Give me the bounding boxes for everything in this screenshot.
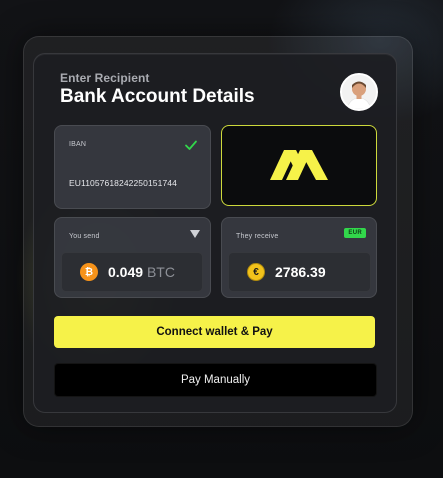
payment-card: Enter Recipient Bank Account Details IBA… bbox=[33, 53, 397, 413]
page-title: Bank Account Details bbox=[60, 86, 255, 107]
user-avatar-icon bbox=[342, 75, 376, 109]
pay-manually-button[interactable]: Pay Manually bbox=[54, 363, 377, 397]
receive-amount-field[interactable]: € 2786.39 bbox=[228, 252, 371, 292]
currency-badge: EUR bbox=[344, 228, 366, 238]
send-amount-number: 0.049 bbox=[108, 264, 144, 280]
iban-label: IBAN bbox=[69, 141, 87, 148]
iban-panel[interactable]: IBAN EU11057618242250151744 bbox=[54, 125, 211, 209]
receive-amount: 2786.39 bbox=[275, 264, 326, 280]
brand-logo-panel bbox=[221, 125, 377, 206]
send-panel[interactable]: You send ₿ 0.049 BTC bbox=[54, 217, 211, 298]
receive-panel[interactable]: They receive EUR € 2786.39 bbox=[221, 217, 377, 298]
brand-logo-icon bbox=[270, 150, 328, 180]
dropdown-triangle-icon[interactable] bbox=[190, 230, 200, 238]
iban-value: EU11057618242250151744 bbox=[69, 178, 177, 188]
send-label: You send bbox=[69, 233, 100, 240]
page-subtitle: Enter Recipient bbox=[60, 71, 150, 85]
connect-wallet-pay-button[interactable]: Connect wallet & Pay bbox=[54, 316, 375, 348]
bitcoin-icon: ₿ bbox=[80, 263, 98, 281]
send-amount-field[interactable]: ₿ 0.049 BTC bbox=[61, 252, 203, 292]
receive-label: They receive bbox=[236, 233, 279, 240]
avatar[interactable] bbox=[340, 73, 378, 111]
check-icon bbox=[185, 140, 197, 150]
euro-coin-icon: € bbox=[247, 263, 265, 281]
send-amount: 0.049 BTC bbox=[108, 264, 175, 280]
send-amount-unit: BTC bbox=[146, 264, 175, 280]
